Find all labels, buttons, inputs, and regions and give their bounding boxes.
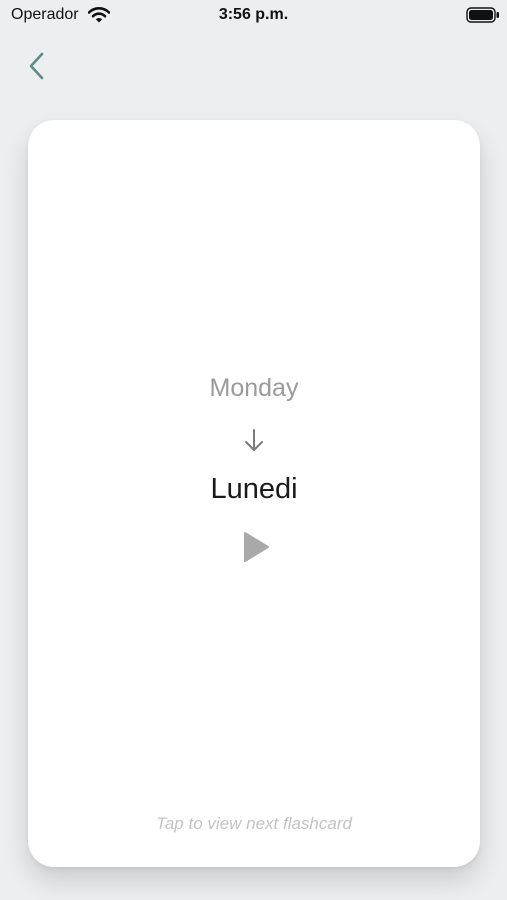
flashcard[interactable]: Monday Lunedi Tap to view next flashcard (28, 120, 480, 867)
play-icon (244, 532, 269, 562)
play-button[interactable] (240, 530, 272, 564)
status-time: 3:56 p.m. (218, 6, 289, 23)
chevron-left-icon (29, 52, 44, 80)
arrow-down-icon (245, 429, 263, 451)
back-button[interactable] (22, 46, 56, 86)
source-word: Monday (209, 374, 299, 402)
target-word: Lunedi (210, 473, 298, 505)
status-bar: Operador 3:56 p.m. (0, 0, 507, 32)
next-flashcard-hint: Tap to view next flashcard (156, 814, 352, 833)
battery-icon (466, 7, 499, 23)
